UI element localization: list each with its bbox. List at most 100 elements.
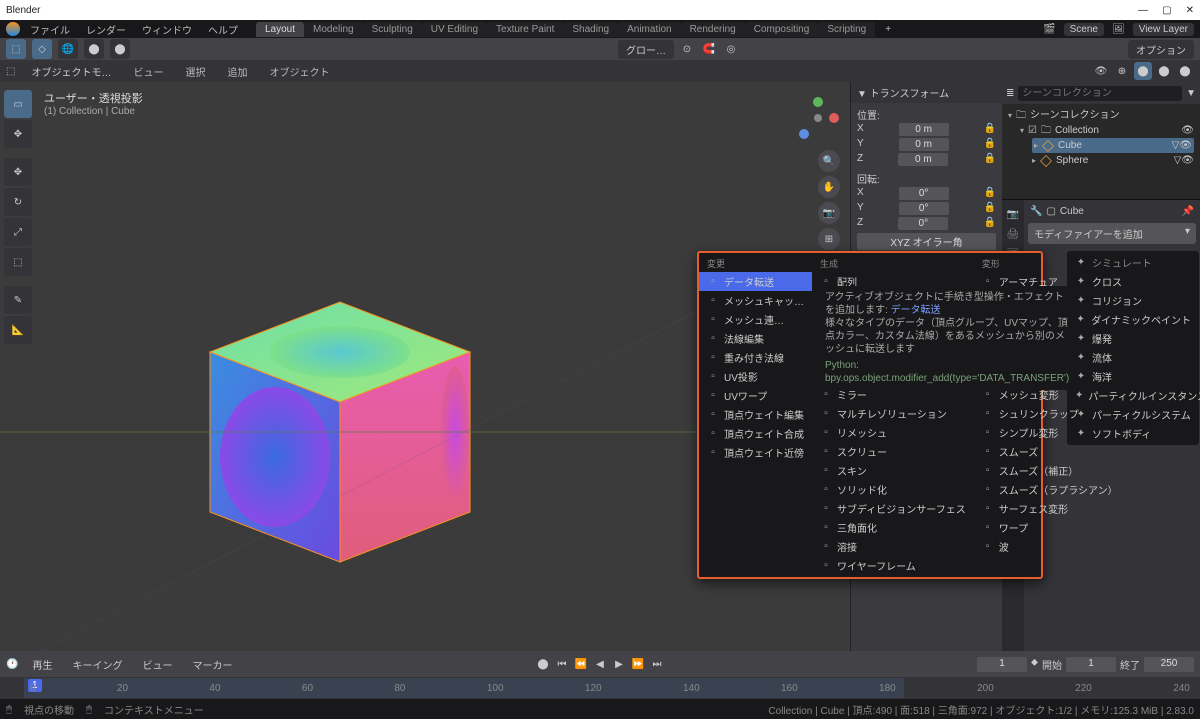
play-icon[interactable]: ▶	[611, 656, 627, 672]
modifier-item[interactable]: ▫法線編集	[699, 329, 812, 348]
modifier-item[interactable]: ▫頂点ウェイト合成	[699, 424, 812, 443]
scene-field[interactable]: Scene	[1064, 23, 1104, 36]
modifier-item[interactable]: ▫リメッシュ	[812, 423, 974, 442]
gizmo-toggle-icon[interactable]: ⊕	[1113, 62, 1131, 80]
scale-tool[interactable]: ⤢	[4, 218, 32, 246]
tl-play[interactable]: 再生	[26, 655, 58, 674]
modifier-item[interactable]: ▫スキン	[812, 461, 974, 480]
key-icon[interactable]: ⬥	[1031, 657, 1038, 672]
modifier-item[interactable]: ▫頂点ウェイト編集	[699, 405, 812, 424]
persp-icon[interactable]: ⊞	[818, 228, 840, 250]
maximize-button[interactable]: ▢	[1162, 5, 1171, 16]
rot-y[interactable]: 0°	[899, 202, 949, 215]
keyframe-prev-icon[interactable]: ⏪	[573, 656, 589, 672]
euler-mode[interactable]: XYZ オイラー角	[857, 233, 996, 250]
loc-z[interactable]: 0 m	[898, 153, 948, 166]
modifier-item[interactable]: ▫溶接	[812, 537, 974, 556]
modifier-item[interactable]: ▫サブディビジョンサーフェス	[812, 499, 974, 518]
glow-dropdown[interactable]: グロー…	[618, 40, 674, 59]
modifier-item[interactable]: ▫スムーズ（補正）	[974, 461, 1126, 480]
shading2-icon[interactable]: ⬤	[84, 39, 104, 59]
measure-tool[interactable]: 📐	[4, 316, 32, 344]
viewlayer-field[interactable]: View Layer	[1133, 23, 1194, 36]
tl-keying[interactable]: キーイング	[66, 655, 128, 674]
hdr-select[interactable]: 選択	[179, 62, 211, 81]
snap-icon[interactable]: 🧲	[700, 40, 718, 58]
menu-file[interactable]: ファイル	[24, 20, 76, 39]
timeline-type-icon[interactable]: 🕐	[6, 659, 18, 670]
jump-start-icon[interactable]: ⏮	[554, 656, 570, 672]
loc-x[interactable]: 0 m	[899, 123, 949, 136]
proportional-icon[interactable]: ◎	[722, 40, 740, 58]
jump-end-icon[interactable]: ⏭	[649, 656, 665, 672]
mode-dropdown[interactable]: オブジェクトモ…	[25, 63, 117, 80]
tab-output[interactable]: 🖨	[1002, 224, 1024, 244]
shading3-icon[interactable]: ⬤	[110, 39, 130, 59]
workspace-tab-uv editing[interactable]: UV Editing	[422, 22, 487, 37]
modifier-item[interactable]: ▫ワープ	[974, 518, 1126, 537]
add-modifier-dropdown[interactable]: モディファイアーを追加▾	[1028, 223, 1196, 244]
workspace-tab-compositing[interactable]: Compositing	[745, 22, 819, 37]
filter-icon[interactable]: ▼	[1186, 88, 1196, 99]
hdr-object[interactable]: オブジェクト	[263, 62, 335, 81]
start-frame[interactable]: 1	[1066, 657, 1116, 672]
workspace-tab-texture paint[interactable]: Texture Paint	[487, 22, 563, 37]
modifier-item[interactable]: ▫スクリュー	[812, 442, 974, 461]
end-frame[interactable]: 250	[1144, 657, 1194, 672]
editor-type-icon[interactable]: ⬚	[6, 66, 15, 77]
modifier-item[interactable]: ▫スムーズ	[974, 442, 1126, 461]
tab-render[interactable]: 📷	[1002, 204, 1024, 224]
keyframe-next-icon[interactable]: ⏩	[630, 656, 646, 672]
shading-icon[interactable]: 🌐	[58, 39, 78, 59]
modifier-item[interactable]: ▫波	[974, 537, 1126, 556]
modifier-item[interactable]: ▫UVワープ	[699, 386, 812, 405]
timeline-track[interactable]: 1 020406080100120140160180200220240	[0, 677, 1200, 699]
workspace-tab-layout[interactable]: Layout	[256, 22, 304, 37]
render-shading-icon[interactable]: ⬤	[1176, 62, 1194, 80]
select-tool[interactable]: ▭	[4, 90, 32, 118]
rot-x[interactable]: 0°	[899, 187, 949, 200]
loc-y[interactable]: 0 m	[899, 138, 949, 151]
modifier-item[interactable]: ▫シュリンクラップ	[974, 404, 1126, 423]
menu-help[interactable]: ヘルプ	[202, 20, 244, 39]
workspace-tab-shading[interactable]: Shading	[563, 22, 618, 37]
autokey-icon[interactable]: ⬤	[535, 656, 551, 672]
menu-render[interactable]: レンダー	[80, 20, 132, 39]
matprev-shading-icon[interactable]: ⬤	[1155, 62, 1173, 80]
modifier-item[interactable]: ▫データ転送	[699, 272, 812, 291]
modifier-item[interactable]: ▫三角面化	[812, 518, 974, 537]
minimize-button[interactable]: —	[1138, 5, 1148, 16]
outliner-search[interactable]	[1018, 86, 1182, 101]
play-reverse-icon[interactable]: ◀	[592, 656, 608, 672]
cursor-tool[interactable]: ✥	[4, 120, 32, 148]
rotate-tool[interactable]: ↻	[4, 188, 32, 216]
overlay-icon[interactable]: 👁	[1092, 62, 1110, 80]
cursor-mode-icon[interactable]: ◇	[32, 39, 52, 59]
select-mode-icon[interactable]: ⬚	[6, 39, 26, 59]
outliner-type-icon[interactable]: ≣	[1006, 88, 1014, 99]
scene-collection[interactable]: ▾🗀シーンコレクション	[1008, 108, 1194, 123]
modifier-item[interactable]: ▫ソリッド化	[812, 480, 974, 499]
cube-mesh[interactable]	[180, 282, 480, 562]
workspace-tab-sculpting[interactable]: Sculpting	[363, 22, 422, 37]
workspace-tab-rendering[interactable]: Rendering	[681, 22, 745, 37]
outliner-sphere[interactable]: ▸Sphere▽👁	[1008, 153, 1194, 168]
solid-shading-icon[interactable]: ⬤	[1134, 62, 1152, 80]
transform-header[interactable]: ▼ トランスフォーム	[851, 82, 1002, 103]
hdr-view[interactable]: ビュー	[127, 62, 169, 81]
modifier-item[interactable]: ▫サーフェス変形	[974, 499, 1126, 518]
annotate-tool[interactable]: ✎	[4, 286, 32, 314]
close-button[interactable]: ✕	[1186, 5, 1194, 16]
pivot-icon[interactable]: ⊙	[678, 40, 696, 58]
collection[interactable]: ▾☑🗀Collection👁	[1008, 123, 1194, 138]
modifier-item[interactable]: ▫シンプル変形	[974, 423, 1126, 442]
options-dropdown[interactable]: オプション	[1128, 40, 1194, 59]
tl-marker[interactable]: マーカー	[186, 655, 238, 674]
menu-window[interactable]: ウィンドウ	[136, 20, 198, 39]
modifier-item[interactable]: ▫UV投影	[699, 367, 812, 386]
current-frame[interactable]: 1	[977, 657, 1027, 672]
modifier-item[interactable]: ▫頂点ウェイト近傍	[699, 443, 812, 462]
modifier-item[interactable]: ▫スムーズ（ラプラシアン）	[974, 480, 1126, 499]
hdr-add[interactable]: 追加	[221, 62, 253, 81]
workspace-tab-animation[interactable]: Animation	[618, 22, 680, 37]
